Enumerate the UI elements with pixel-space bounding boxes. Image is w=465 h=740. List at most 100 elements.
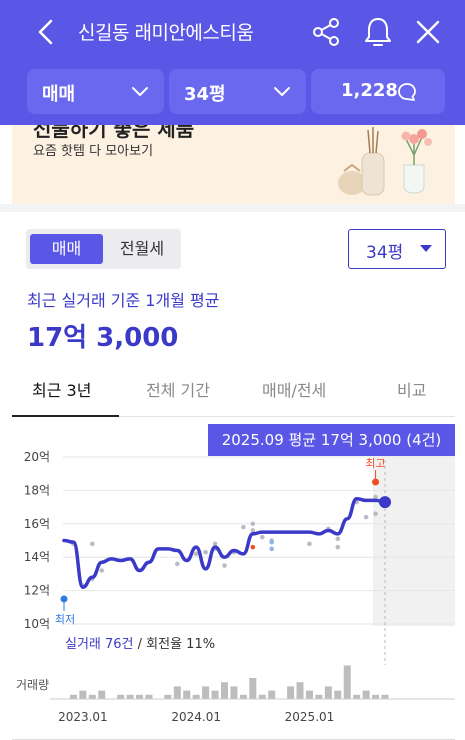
average-label: 최근 실거래 기준 1개월 평균 [27, 291, 220, 310]
volume-bar [136, 694, 144, 699]
volume-bar [211, 690, 219, 699]
trade-dot [335, 536, 341, 542]
gift-products-illustration [338, 127, 432, 196]
volume-bar [183, 690, 191, 699]
volume-bar [258, 694, 266, 699]
trade-dot [269, 539, 275, 545]
y-tick-label: 12억 [24, 584, 50, 598]
size-filter-label: 34평 [184, 84, 226, 105]
trade-dot [363, 514, 369, 520]
trade-dot [222, 563, 227, 568]
app-header: 신길동 래미안에스티움 매매 34평 1,228 [0, 0, 465, 125]
trade-dot [335, 544, 341, 550]
trade-dot [373, 511, 378, 517]
trade-dot [250, 521, 256, 527]
volume-bar [221, 682, 228, 699]
chevron-down-icon [132, 87, 148, 96]
volume-bar [98, 690, 106, 699]
size-dropdown[interactable]: 34평 [348, 229, 446, 269]
size-dropdown-value: 34평 [366, 243, 404, 263]
y-tick-label: 14억 [24, 550, 50, 564]
volume-bar [239, 694, 247, 699]
bell-icon[interactable] [362, 15, 394, 49]
volume-bar [88, 694, 96, 699]
tab-sale-jeonse[interactable]: 매매/전세 [262, 377, 326, 401]
volume-bar [79, 690, 87, 699]
share-icon[interactable] [310, 15, 342, 49]
y-tick-label: 16억 [24, 517, 50, 531]
trade-dot [90, 541, 95, 547]
trade-dot [250, 544, 256, 550]
caret-down-icon [420, 245, 432, 252]
volume-bar [249, 678, 257, 699]
volume-label: 거래량 [16, 678, 49, 692]
promo-banner[interactable]: 선물하기 좋은 제품 요즘 핫템 다 모아보기 [12, 125, 455, 204]
volume-bar [202, 686, 210, 699]
trade-dot [203, 549, 208, 555]
back-arrow-icon[interactable] [34, 16, 58, 48]
max-label: 최고 [365, 457, 385, 470]
price-tooltip: 2025.09 평균 17억 3,000 (4건) [208, 424, 455, 456]
x-tick-label: 2023.01 [58, 710, 108, 724]
volume-bar [69, 694, 77, 699]
x-tick-label: 2024.01 [171, 710, 221, 724]
volume-bar [372, 694, 380, 699]
turnover-rate: / 회전율 11% [133, 637, 216, 652]
volume-bar [192, 694, 200, 699]
trade-type-label: 매매 [42, 84, 76, 105]
close-icon[interactable] [412, 15, 444, 49]
talk-count-button[interactable]: 1,228 [311, 69, 445, 114]
volume-bar [268, 690, 276, 699]
trade-dot [307, 541, 312, 547]
chat-bubble-icon [398, 83, 416, 101]
volume-bar [296, 682, 304, 699]
volume-bar [230, 686, 238, 699]
deal-count: 실거래 76건 [65, 637, 134, 652]
segment-rent[interactable]: 전월세 [106, 234, 178, 264]
volume-bar [353, 694, 361, 699]
volume-bar [126, 694, 134, 699]
y-tick-label: 20억 [24, 450, 50, 464]
min-label: 최저 [55, 613, 75, 626]
deal-summary: 실거래 76건 / 회전율 11% [65, 633, 215, 652]
min-point-marker [60, 595, 68, 603]
volume-bar [164, 694, 172, 699]
trade-type-filter[interactable]: 매매 [27, 69, 164, 114]
trade-dot [174, 561, 180, 567]
tab-all-period[interactable]: 전체 기간 [146, 377, 210, 401]
size-filter[interactable]: 34평 [169, 69, 306, 114]
y-tick-label: 18억 [24, 483, 50, 497]
active-tab-indicator [12, 415, 119, 417]
section-divider [0, 204, 465, 212]
banner-subtitle: 요즘 핫템 다 모아보기 [33, 144, 154, 159]
volume-bar [173, 686, 181, 699]
tab-recent-3y[interactable]: 최근 3년 [32, 377, 91, 401]
volume-bar [315, 694, 323, 699]
chevron-down-icon [274, 87, 290, 96]
price-chart[interactable]: 20억 18억 16억 14억 12억 10억 2023.01 2024.01 2025.01… [12, 420, 455, 740]
volume-bar [117, 694, 125, 699]
volume-bar [145, 694, 153, 699]
price-series-line [62, 497, 387, 590]
trade-segment-control: 매매 전월세 [26, 229, 181, 269]
y-tick-label: 10억 [24, 617, 50, 631]
average-price: 17억 3,000 [27, 323, 179, 353]
max-point-marker [372, 478, 380, 486]
volume-bar [287, 686, 295, 699]
volume-bar [305, 690, 313, 699]
x-tick-label: 2025.01 [285, 710, 335, 724]
trade-dot [241, 524, 246, 530]
volume-bar [334, 690, 342, 699]
period-tabs: 최근 3년 전체 기간 매매/전세 비교 [12, 364, 455, 417]
volume-bar [381, 694, 389, 699]
talk-count: 1,228 [341, 80, 398, 101]
volume-bar [362, 690, 370, 699]
segment-sale[interactable]: 매매 [30, 234, 103, 264]
tab-compare[interactable]: 비교 [397, 377, 426, 401]
latest-point-marker [379, 496, 391, 509]
trade-dot [269, 546, 275, 552]
page-title: 신길동 래미안에스티움 [78, 22, 254, 44]
volume-bar [324, 686, 332, 699]
volume-bar [343, 665, 351, 699]
trade-dot [259, 534, 265, 540]
